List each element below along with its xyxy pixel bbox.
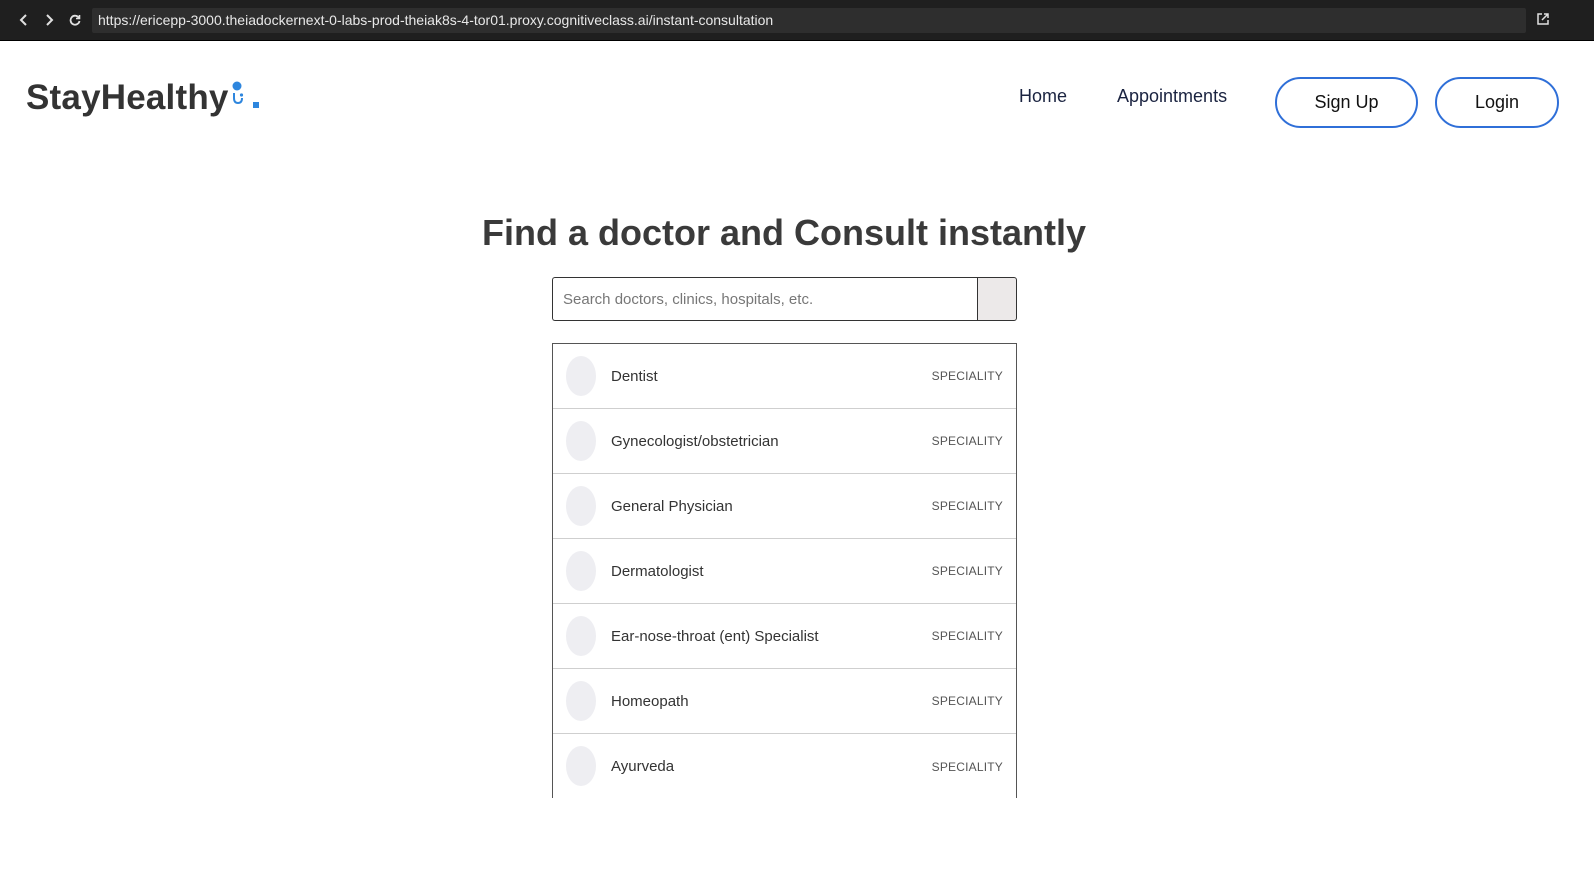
avatar <box>566 681 596 721</box>
speciality-name: Gynecologist/obstetrician <box>611 432 779 450</box>
login-button[interactable]: Login <box>1435 77 1559 128</box>
speciality-item-ent-specialist[interactable]: Ear-nose-throat (ent) Specialist SPECIAL… <box>553 604 1016 669</box>
speciality-name: General Physician <box>611 497 733 515</box>
back-icon[interactable] <box>15 11 33 29</box>
search-input[interactable] <box>552 277 977 321</box>
logo-text: StayHealthy <box>26 78 229 117</box>
open-external-icon[interactable] <box>1536 12 1552 28</box>
signup-button[interactable]: Sign Up <box>1275 77 1418 128</box>
stethoscope-icon <box>229 80 245 108</box>
nav-home-link[interactable]: Home <box>1019 86 1067 107</box>
speciality-item-ayurveda[interactable]: Ayurveda SPECIALITY <box>553 734 1016 798</box>
avatar <box>566 421 596 461</box>
avatar <box>566 356 596 396</box>
search-button[interactable] <box>977 277 1017 321</box>
speciality-item-gynecologist[interactable]: Gynecologist/obstetrician SPECIALITY <box>553 409 1016 474</box>
speciality-name: Dentist <box>611 367 658 385</box>
speciality-tag: SPECIALITY <box>931 694 1003 708</box>
speciality-item-dermatologist[interactable]: Dermatologist SPECIALITY <box>553 539 1016 604</box>
url-bar[interactable]: https://ericepp-3000.theiadockernext-0-l… <box>92 8 1526 33</box>
speciality-name: Dermatologist <box>611 562 704 580</box>
speciality-tag: SPECIALITY <box>931 564 1003 578</box>
avatar <box>566 746 596 786</box>
speciality-tag: SPECIALITY <box>931 369 1003 383</box>
speciality-name: Ear-nose-throat (ent) Specialist <box>611 627 819 645</box>
speciality-item-general-physician[interactable]: General Physician SPECIALITY <box>553 474 1016 539</box>
speciality-tag: SPECIALITY <box>931 759 1003 774</box>
logo-dot <box>253 102 259 108</box>
avatar <box>566 486 596 526</box>
avatar <box>566 551 596 591</box>
forward-icon[interactable] <box>40 11 58 29</box>
page-title: Find a doctor and Consult instantly <box>481 212 1086 253</box>
speciality-list: Dentist SPECIALITY Gynecologist/obstetri… <box>552 343 1017 798</box>
reload-icon[interactable] <box>66 11 84 29</box>
nav-appointments-link[interactable]: Appointments <box>1117 86 1227 107</box>
speciality-tag: SPECIALITY <box>931 434 1003 448</box>
browser-toolbar: https://ericepp-3000.theiadockernext-0-l… <box>0 0 1594 41</box>
speciality-item-dentist[interactable]: Dentist SPECIALITY <box>553 344 1016 409</box>
speciality-name: Ayurveda <box>611 758 675 775</box>
speciality-name: Homeopath <box>611 692 689 710</box>
site-logo[interactable]: StayHealthy <box>26 76 259 120</box>
speciality-tag: SPECIALITY <box>931 499 1003 513</box>
avatar <box>566 616 596 656</box>
search-bar <box>552 277 1017 321</box>
speciality-tag: SPECIALITY <box>931 629 1003 643</box>
speciality-item-homeopath[interactable]: Homeopath SPECIALITY <box>553 669 1016 734</box>
